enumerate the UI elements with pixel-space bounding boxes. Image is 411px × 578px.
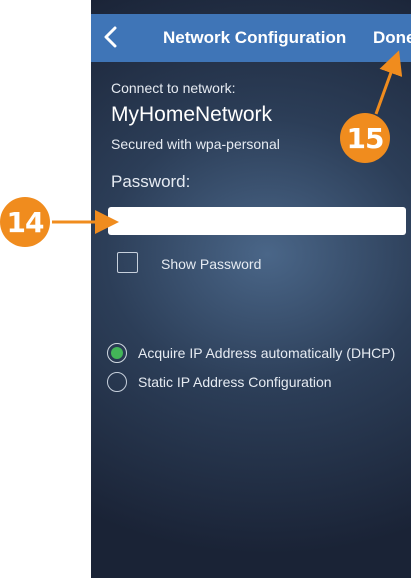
done-button[interactable]: Done xyxy=(373,28,411,48)
back-button[interactable] xyxy=(99,20,121,54)
password-label: Password: xyxy=(111,172,191,191)
chevron-left-icon xyxy=(104,26,117,48)
callout-badge-15: 15 xyxy=(340,113,390,163)
callout-badge-14: 14 xyxy=(0,197,50,247)
show-password-label: Show Password xyxy=(161,256,262,272)
navigation-bar: Network Configuration Done xyxy=(91,14,411,62)
show-password-checkbox[interactable] xyxy=(117,252,138,273)
security-type-label: Secured with wpa-personal xyxy=(111,136,280,152)
static-ip-radio-label: Static IP Address Configuration xyxy=(138,374,332,390)
dhcp-radio-label: Acquire IP Address automatically (DHCP) xyxy=(138,345,396,361)
static-ip-radio[interactable] xyxy=(107,372,127,392)
dhcp-radio[interactable] xyxy=(107,343,127,363)
network-name: MyHomeNetwork xyxy=(111,103,273,126)
page-title: Network Configuration xyxy=(163,28,347,47)
connect-to-network-label: Connect to network: xyxy=(111,80,236,96)
network-configuration-screen: Network Configuration Done Connect to ne… xyxy=(91,0,411,578)
password-input[interactable] xyxy=(108,207,406,235)
